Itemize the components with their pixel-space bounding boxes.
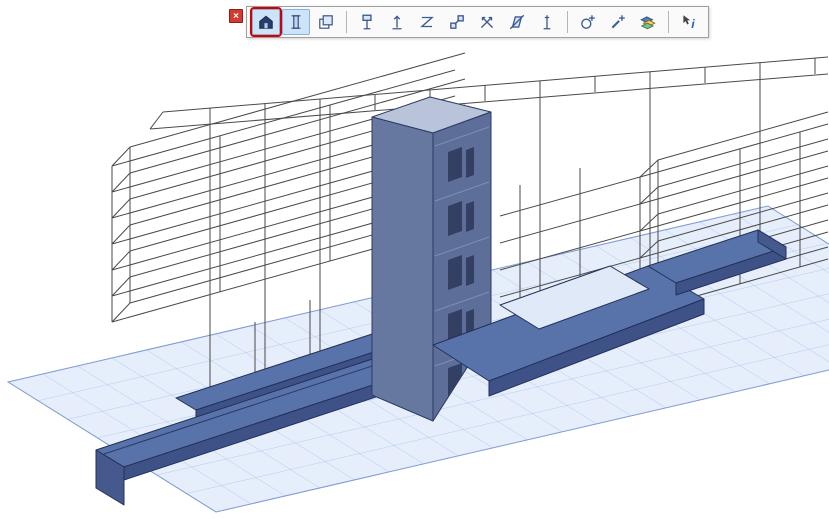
- toolbar-separator: [346, 11, 347, 33]
- pencil-plus-icon: [609, 13, 627, 31]
- toolbar-separator: [668, 11, 669, 33]
- rotate-button[interactable]: [473, 9, 501, 35]
- stretch-button[interactable]: [413, 9, 441, 35]
- elevate-button[interactable]: [383, 9, 411, 35]
- mirror-icon: [508, 13, 526, 31]
- crossing-arrows-icon: [478, 13, 496, 31]
- toolbar-close-button[interactable]: ×: [229, 9, 243, 23]
- house-button[interactable]: [252, 9, 280, 35]
- render-styles-button[interactable]: [634, 9, 662, 35]
- elevate-pin-icon: [388, 13, 406, 31]
- element-info-button[interactable]: i: [675, 9, 703, 35]
- offset-pin-icon: [538, 13, 556, 31]
- svg-text:i: i: [691, 17, 695, 31]
- toolbar-separator: [567, 11, 568, 33]
- floating-toolbar: i: [246, 6, 709, 38]
- column-icon: [287, 13, 305, 31]
- offset-button[interactable]: [533, 9, 561, 35]
- zoom-button[interactable]: [604, 9, 632, 35]
- close-icon: ×: [233, 11, 239, 22]
- multiply-button[interactable]: [443, 9, 471, 35]
- multiply-pin-icon: [448, 13, 466, 31]
- copy-icon: [317, 13, 335, 31]
- circle-plus-icon: [579, 13, 597, 31]
- application-window: ×: [0, 0, 829, 519]
- colored-layers-icon: [639, 13, 657, 31]
- drag-button[interactable]: [353, 9, 381, 35]
- mirror-button[interactable]: [503, 9, 531, 35]
- drag-pin-icon: [358, 13, 376, 31]
- house-icon: [257, 13, 275, 31]
- cursor-info-icon: i: [680, 13, 698, 31]
- copy-button[interactable]: [312, 9, 340, 35]
- stretch-pin-icon: [418, 13, 436, 31]
- measure-button[interactable]: [574, 9, 602, 35]
- column-button[interactable]: [282, 9, 310, 35]
- tower-left-face: [372, 117, 433, 421]
- 3d-viewport[interactable]: [0, 0, 829, 519]
